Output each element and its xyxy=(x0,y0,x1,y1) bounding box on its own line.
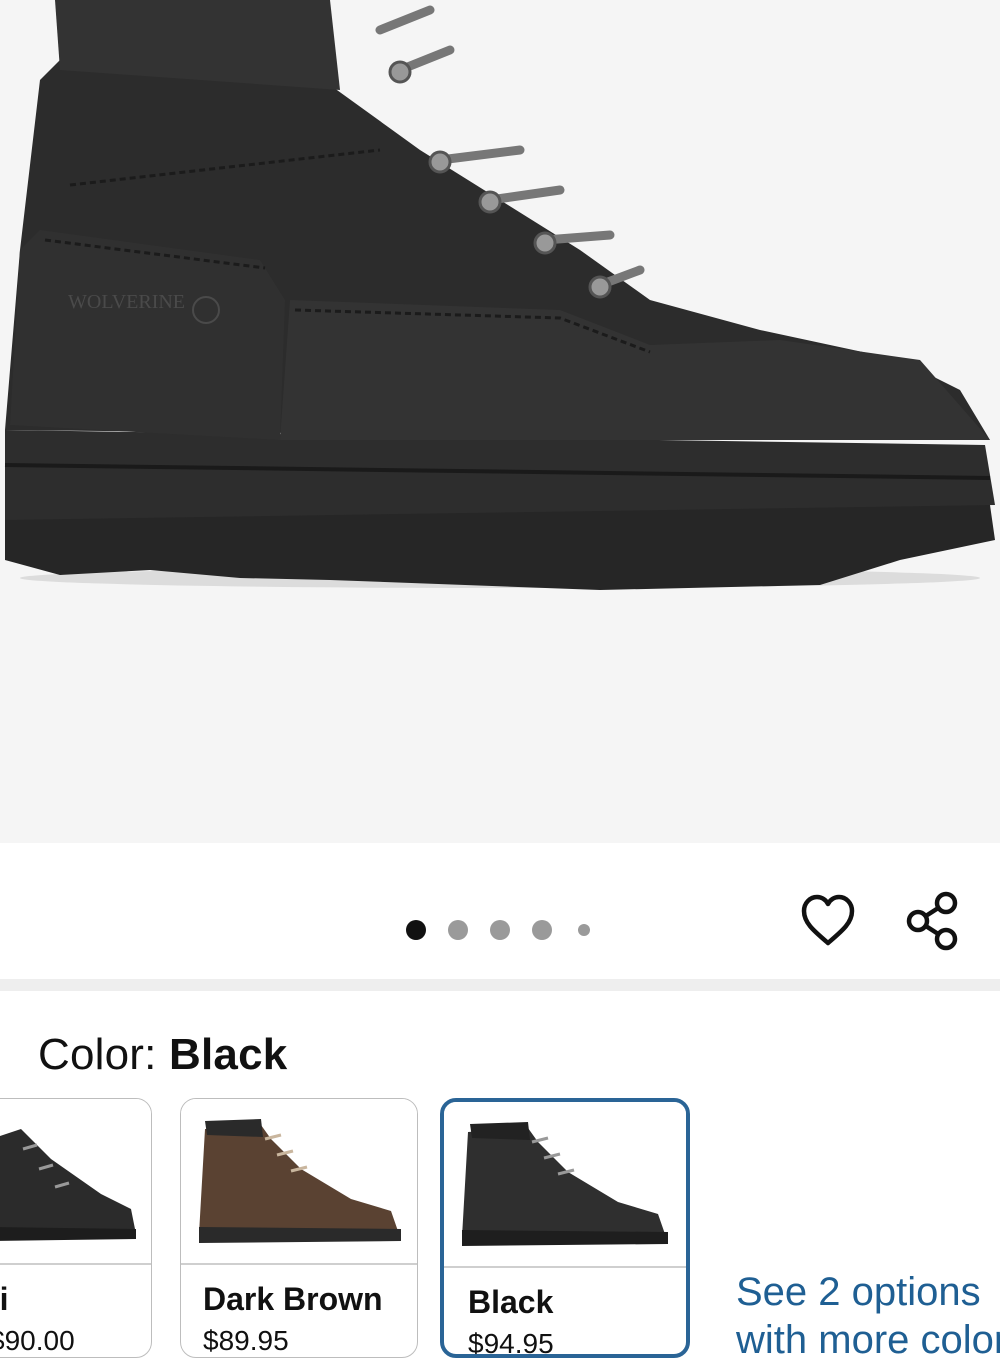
swatch-price: $89.95 xyxy=(203,1325,289,1356)
color-label: Color: xyxy=(38,1030,169,1079)
carousel-dot-4[interactable] xyxy=(532,920,552,940)
wishlist-button[interactable] xyxy=(796,889,860,953)
swatch-thumbnail xyxy=(0,1099,151,1263)
carousel-dot-3[interactable] xyxy=(490,920,510,940)
product-image[interactable]: WOLVERINE xyxy=(0,0,1000,843)
carousel-dots xyxy=(400,911,600,941)
see-more-options-link-line2[interactable]: with more colors xyxy=(736,1318,1000,1363)
carousel-dot-2[interactable] xyxy=(448,920,468,940)
carousel-dot-5[interactable] xyxy=(578,924,590,936)
color-swatch-2[interactable]: Dark Brown $89.95 xyxy=(180,1098,418,1358)
color-heading: Color: Black xyxy=(38,1030,287,1080)
share-icon xyxy=(906,891,958,951)
color-selected-value: Black xyxy=(169,1030,288,1079)
boot-thumbnail xyxy=(0,1129,136,1241)
section-divider xyxy=(0,979,1000,991)
brand-mark: WOLVERINE xyxy=(68,291,185,313)
swatch-price: $90.00 xyxy=(0,1325,75,1356)
color-swatch-3[interactable]: Black $94.95 xyxy=(440,1098,690,1358)
boot-thumbnail xyxy=(462,1122,668,1246)
color-swatch-1[interactable]: ti $90.00 xyxy=(0,1098,152,1358)
heart-icon xyxy=(801,894,855,946)
swatch-thumbnail xyxy=(181,1099,417,1263)
swatch-name: Dark Brown xyxy=(203,1281,383,1317)
swatch-thumbnail xyxy=(444,1102,686,1266)
boot-illustration: WOLVERINE xyxy=(4,0,995,590)
swatch-name: Black xyxy=(468,1284,554,1320)
see-more-options-link[interactable]: See 2 options xyxy=(736,1270,981,1315)
swatch-name: ti xyxy=(0,1281,9,1317)
share-button[interactable] xyxy=(900,889,964,953)
carousel-dot-1[interactable] xyxy=(406,920,426,940)
gallery-controls xyxy=(0,843,1000,979)
boot-thumbnail xyxy=(199,1119,401,1243)
